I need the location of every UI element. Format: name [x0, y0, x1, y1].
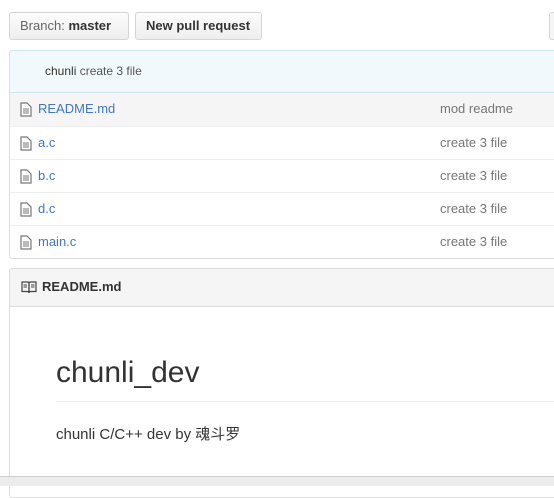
toolbar-button-cut-off[interactable]	[549, 12, 554, 40]
commit-message[interactable]: create 3 file	[80, 64, 142, 78]
readme-header: README.md	[10, 269, 554, 307]
file-row: main.c create 3 file	[10, 225, 554, 258]
file-link[interactable]: b.c	[38, 168, 55, 183]
file-link[interactable]: README.md	[38, 101, 115, 116]
book-icon	[21, 281, 37, 294]
file-icon	[20, 235, 32, 250]
readme-heading: chunli_dev	[56, 355, 554, 402]
readme-text: chunli C/C++ dev by 魂斗罗	[56, 426, 241, 443]
file-commit-message[interactable]: create 3 file	[440, 135, 507, 150]
branch-prefix: Branch:	[20, 18, 65, 33]
branch-select-button[interactable]: Branch: master	[9, 12, 129, 54]
readme-title: README.md	[42, 279, 122, 294]
file-commit-message[interactable]: create 3 file	[440, 168, 507, 183]
readme-panel: README.md chunli_dev chunli C/C++ dev by…	[9, 268, 554, 498]
file-link[interactable]: main.c	[38, 234, 76, 249]
latest-commit-bar: chunli create 3 file	[9, 50, 554, 93]
file-link[interactable]: a.c	[38, 135, 55, 150]
file-commit-message[interactable]: mod readme	[440, 101, 513, 116]
commit-author[interactable]: chunli	[45, 64, 76, 78]
file-icon	[20, 136, 32, 151]
file-link[interactable]: d.c	[38, 201, 55, 216]
file-row: b.c create 3 file	[10, 159, 554, 192]
branch-name: master	[68, 18, 112, 33]
file-icon	[20, 202, 32, 217]
file-icon	[20, 169, 32, 184]
file-row: README.md mod readme	[10, 93, 554, 126]
file-list: README.md mod readme a.c create 3 file b…	[9, 93, 554, 259]
new-pull-request-button[interactable]: New pull request	[135, 12, 262, 40]
file-row: d.c create 3 file	[10, 192, 554, 225]
file-icon	[20, 102, 32, 117]
file-row: a.c create 3 file	[10, 126, 554, 159]
file-commit-message[interactable]: create 3 file	[440, 201, 507, 216]
file-commit-message[interactable]: create 3 file	[440, 234, 507, 249]
